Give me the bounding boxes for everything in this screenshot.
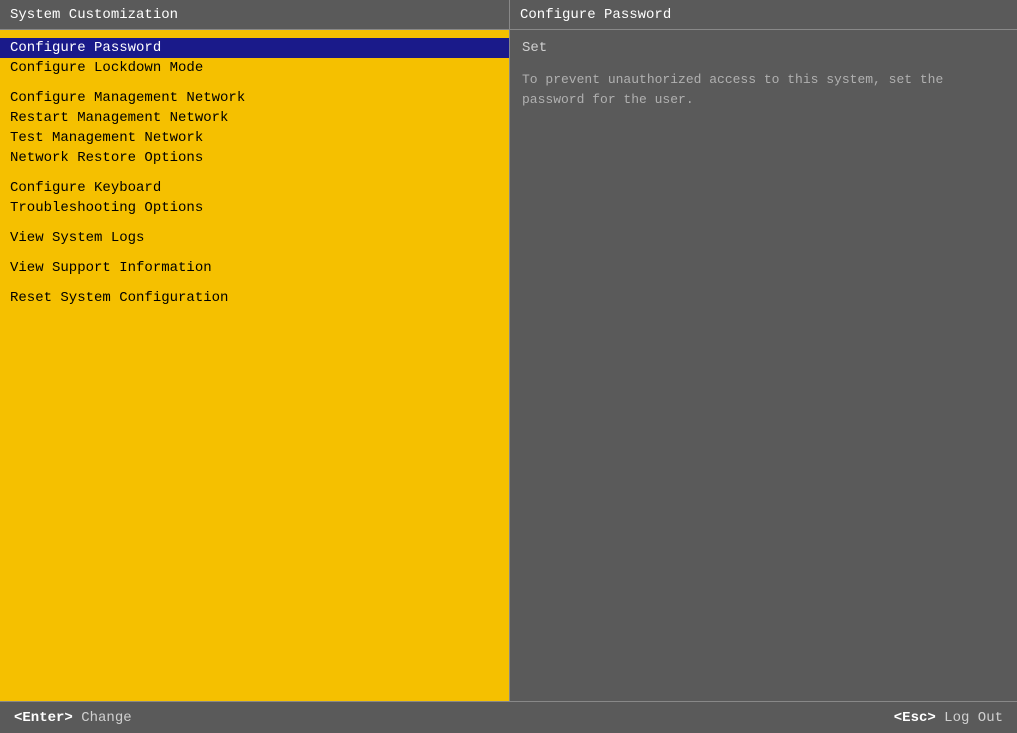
menu-item-configure-keyboard[interactable]: Configure Keyboard (0, 178, 509, 198)
right-panel: Set To prevent unauthorized access to th… (510, 30, 1017, 701)
detail-description: To prevent unauthorized access to this s… (522, 70, 1005, 109)
footer-row: <Enter> Change <Esc> Log Out (0, 701, 1017, 733)
menu-spacer-3 (0, 218, 509, 228)
menu-item-view-support-information[interactable]: View Support Information (0, 258, 509, 278)
esc-action-label: Log Out (936, 710, 1003, 726)
right-panel-title: Configure Password (520, 7, 671, 23)
menu-item-restart-management-network[interactable]: Restart Management Network (0, 108, 509, 128)
left-panel: Configure Password Configure Lockdown Mo… (0, 30, 510, 701)
main-row: Configure Password Configure Lockdown Mo… (0, 30, 1017, 701)
menu-item-troubleshooting-options[interactable]: Troubleshooting Options (0, 198, 509, 218)
header-row: System Customization Configure Password (0, 0, 1017, 30)
enter-key-label: <Enter> (14, 710, 73, 726)
menu-spacer-5 (0, 278, 509, 288)
esc-key-label: <Esc> (894, 710, 936, 726)
menu-spacer-1 (0, 78, 509, 88)
header-right: Configure Password (510, 0, 1017, 29)
menu-item-network-restore-options[interactable]: Network Restore Options (0, 148, 509, 168)
menu-spacer-4 (0, 248, 509, 258)
menu-item-configure-lockdown-mode[interactable]: Configure Lockdown Mode (0, 58, 509, 78)
menu-spacer-2 (0, 168, 509, 178)
header-left: System Customization (0, 0, 510, 29)
screen: System Customization Configure Password … (0, 0, 1017, 733)
enter-action-label: Change (73, 710, 132, 726)
detail-title: Set (522, 40, 1005, 56)
footer-enter: <Enter> Change (14, 710, 132, 726)
menu-item-configure-management-network[interactable]: Configure Management Network (0, 88, 509, 108)
menu-item-configure-password[interactable]: Configure Password (0, 38, 509, 58)
footer-esc: <Esc> Log Out (894, 710, 1003, 726)
menu-item-view-system-logs[interactable]: View System Logs (0, 228, 509, 248)
menu-item-test-management-network[interactable]: Test Management Network (0, 128, 509, 148)
left-panel-title: System Customization (10, 7, 178, 23)
menu-item-reset-system-configuration[interactable]: Reset System Configuration (0, 288, 509, 308)
